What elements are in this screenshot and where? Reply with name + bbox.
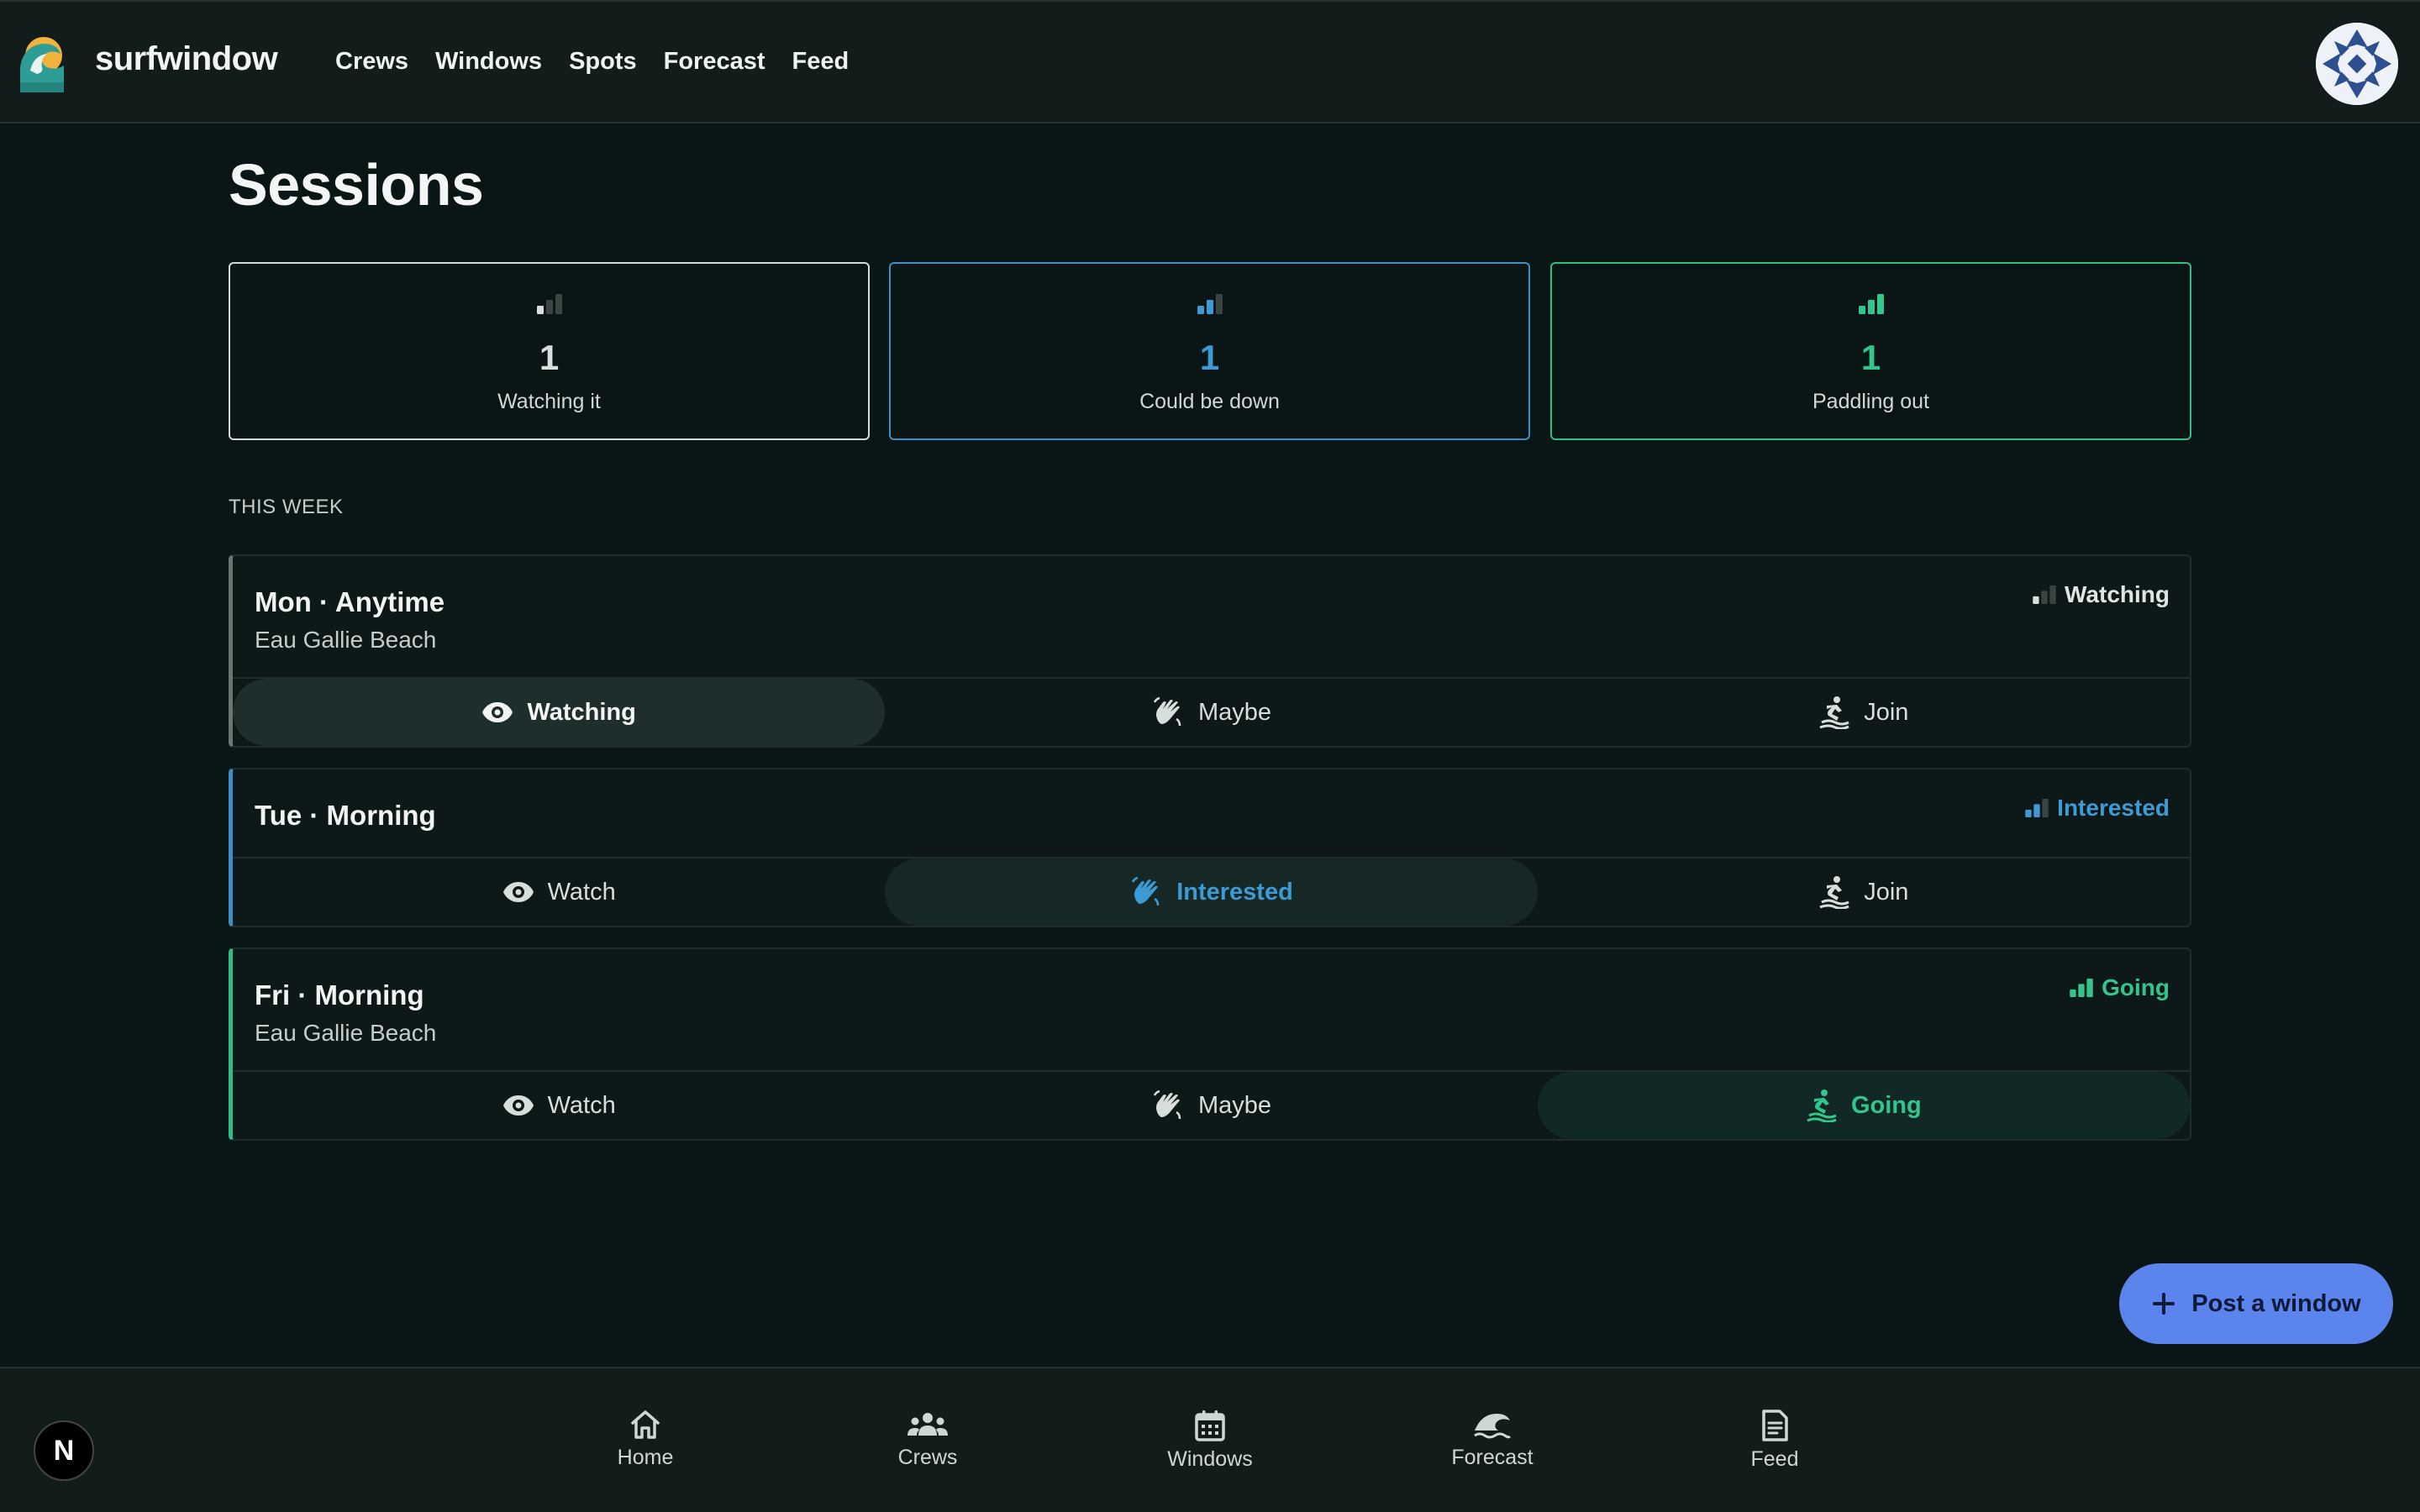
session-actions: Watch Maybe Going	[233, 1070, 2190, 1139]
stat-count: 1	[1199, 338, 1220, 377]
eye-icon	[502, 882, 534, 902]
session-actions: Watching Maybe Join	[233, 677, 2190, 746]
bottom-nav-label: Crews	[897, 1446, 958, 1469]
top-nav: Crews Windows Spots Forecast Feed	[335, 48, 876, 76]
waving-hand-icon	[1132, 876, 1160, 906]
action-label: Watch	[547, 1091, 616, 1119]
fab-label: Post a window	[2191, 1289, 2361, 1317]
surfer-icon	[1807, 1089, 1837, 1122]
session-card: Tue · Morning Interested Watch Intereste…	[229, 768, 2191, 927]
session-title: Tue · Morning	[255, 800, 436, 831]
watch-button[interactable]: Watching	[233, 679, 886, 746]
session-actions: Watch Interested Join	[233, 857, 2190, 926]
stat-could-be-down-card[interactable]: 1 Could be down	[889, 262, 1530, 440]
signal-bars-icon	[2070, 979, 2093, 997]
stat-count: 1	[539, 338, 560, 377]
maybe-button[interactable]: Maybe	[885, 1072, 1537, 1139]
action-label: Join	[1864, 698, 1909, 726]
session-card: Fri · Morning Eau Gallie Beach Going Wat…	[229, 948, 2191, 1141]
maybe-button[interactable]: Interested	[885, 858, 1538, 926]
avatar[interactable]	[2316, 23, 2398, 105]
session-status: Interested	[2025, 795, 2170, 822]
waving-hand-icon	[1153, 1089, 1181, 1120]
action-label: Interested	[1176, 878, 1293, 906]
bottom-nav-feed[interactable]: Feed	[1707, 1409, 1842, 1472]
stat-label: Watching it	[497, 390, 601, 413]
nav-spots[interactable]: Spots	[569, 48, 637, 76]
session-status: Going	[2070, 974, 2170, 1001]
plus-icon	[2153, 1293, 2175, 1315]
avatar-pattern-icon	[2316, 23, 2398, 105]
nav-crews[interactable]: Crews	[335, 48, 408, 76]
nav-forecast[interactable]: Forecast	[664, 48, 765, 76]
wave-icon	[1474, 1414, 1512, 1439]
action-label: Going	[1850, 1091, 1922, 1119]
post-window-button[interactable]: Post a window	[2119, 1263, 2393, 1344]
status-label: Watching	[2065, 581, 2170, 607]
session-spot: Eau Gallie Beach	[255, 1020, 437, 1046]
home-icon	[631, 1410, 660, 1439]
bottom-nav-windows[interactable]: Windows	[1143, 1409, 1277, 1472]
eye-icon	[502, 1095, 534, 1116]
signal-bars-icon	[2033, 585, 2056, 604]
bottom-nav-label: Windows	[1167, 1447, 1253, 1471]
action-label: Watch	[547, 878, 616, 906]
status-label: Going	[2102, 974, 2170, 1000]
action-label: Watching	[527, 698, 636, 726]
signal-bars-icon	[2025, 799, 2049, 817]
session-card: Mon · Anytime Eau Gallie Beach Watching …	[229, 554, 2191, 748]
stat-count: 1	[1860, 338, 1881, 377]
section-label: THIS WEEK	[229, 496, 344, 518]
top-bar: surfwindow Crews Windows Spots Forecast …	[0, 0, 2420, 123]
bottom-nav-label: Forecast	[1451, 1446, 1534, 1469]
waving-hand-icon	[1153, 696, 1181, 727]
stat-label: Paddling out	[1812, 390, 1929, 413]
bottom-nav-label: Feed	[1750, 1447, 1799, 1471]
document-icon	[1762, 1410, 1788, 1441]
session-title: Fri · Morning	[255, 979, 424, 1011]
maybe-button[interactable]: Maybe	[885, 679, 1537, 746]
join-button[interactable]: Going	[1537, 1072, 2190, 1139]
bottom-nav-home[interactable]: Home	[578, 1409, 713, 1470]
signal-bars-icon	[536, 294, 562, 314]
signal-bars-icon	[1197, 294, 1223, 314]
nav-feed[interactable]: Feed	[792, 48, 850, 76]
session-spot: Eau Gallie Beach	[255, 627, 437, 653]
surfer-icon	[1819, 876, 1849, 909]
session-status: Watching	[2033, 581, 2170, 608]
action-label: Join	[1864, 878, 1909, 906]
bottom-nav-forecast[interactable]: Forecast	[1425, 1409, 1560, 1470]
session-title: Mon · Anytime	[255, 586, 445, 617]
wave-logo-icon[interactable]	[18, 34, 66, 92]
surfer-icon	[1819, 696, 1849, 729]
bottom-nav-crews[interactable]: Crews	[860, 1409, 995, 1470]
stat-paddling-out-card[interactable]: 1 Paddling out	[1550, 262, 2191, 440]
signal-bars-icon	[1858, 294, 1884, 314]
join-button[interactable]: Join	[1538, 858, 2190, 926]
eye-icon	[482, 702, 513, 722]
watch-button[interactable]: Watch	[233, 1072, 885, 1139]
watch-button[interactable]: Watch	[233, 858, 885, 926]
action-label: Maybe	[1197, 1091, 1272, 1119]
stat-watching-card[interactable]: 1 Watching it	[229, 262, 870, 440]
action-label: Maybe	[1197, 698, 1272, 726]
page-title: Sessions	[229, 152, 484, 218]
bottom-nav-label: Home	[617, 1446, 674, 1469]
nav-windows[interactable]: Windows	[435, 48, 542, 76]
status-label: Interested	[2057, 795, 2170, 821]
dev-badge[interactable]: N	[34, 1420, 94, 1481]
join-button[interactable]: Join	[1538, 679, 2190, 746]
bottom-nav: N Home Crews Windows Forecast Feed	[0, 1367, 2420, 1512]
calendar-icon	[1195, 1410, 1225, 1441]
app-name[interactable]: surfwindow	[95, 40, 278, 78]
stat-label: Could be down	[1139, 390, 1280, 413]
people-icon	[908, 1413, 948, 1436]
